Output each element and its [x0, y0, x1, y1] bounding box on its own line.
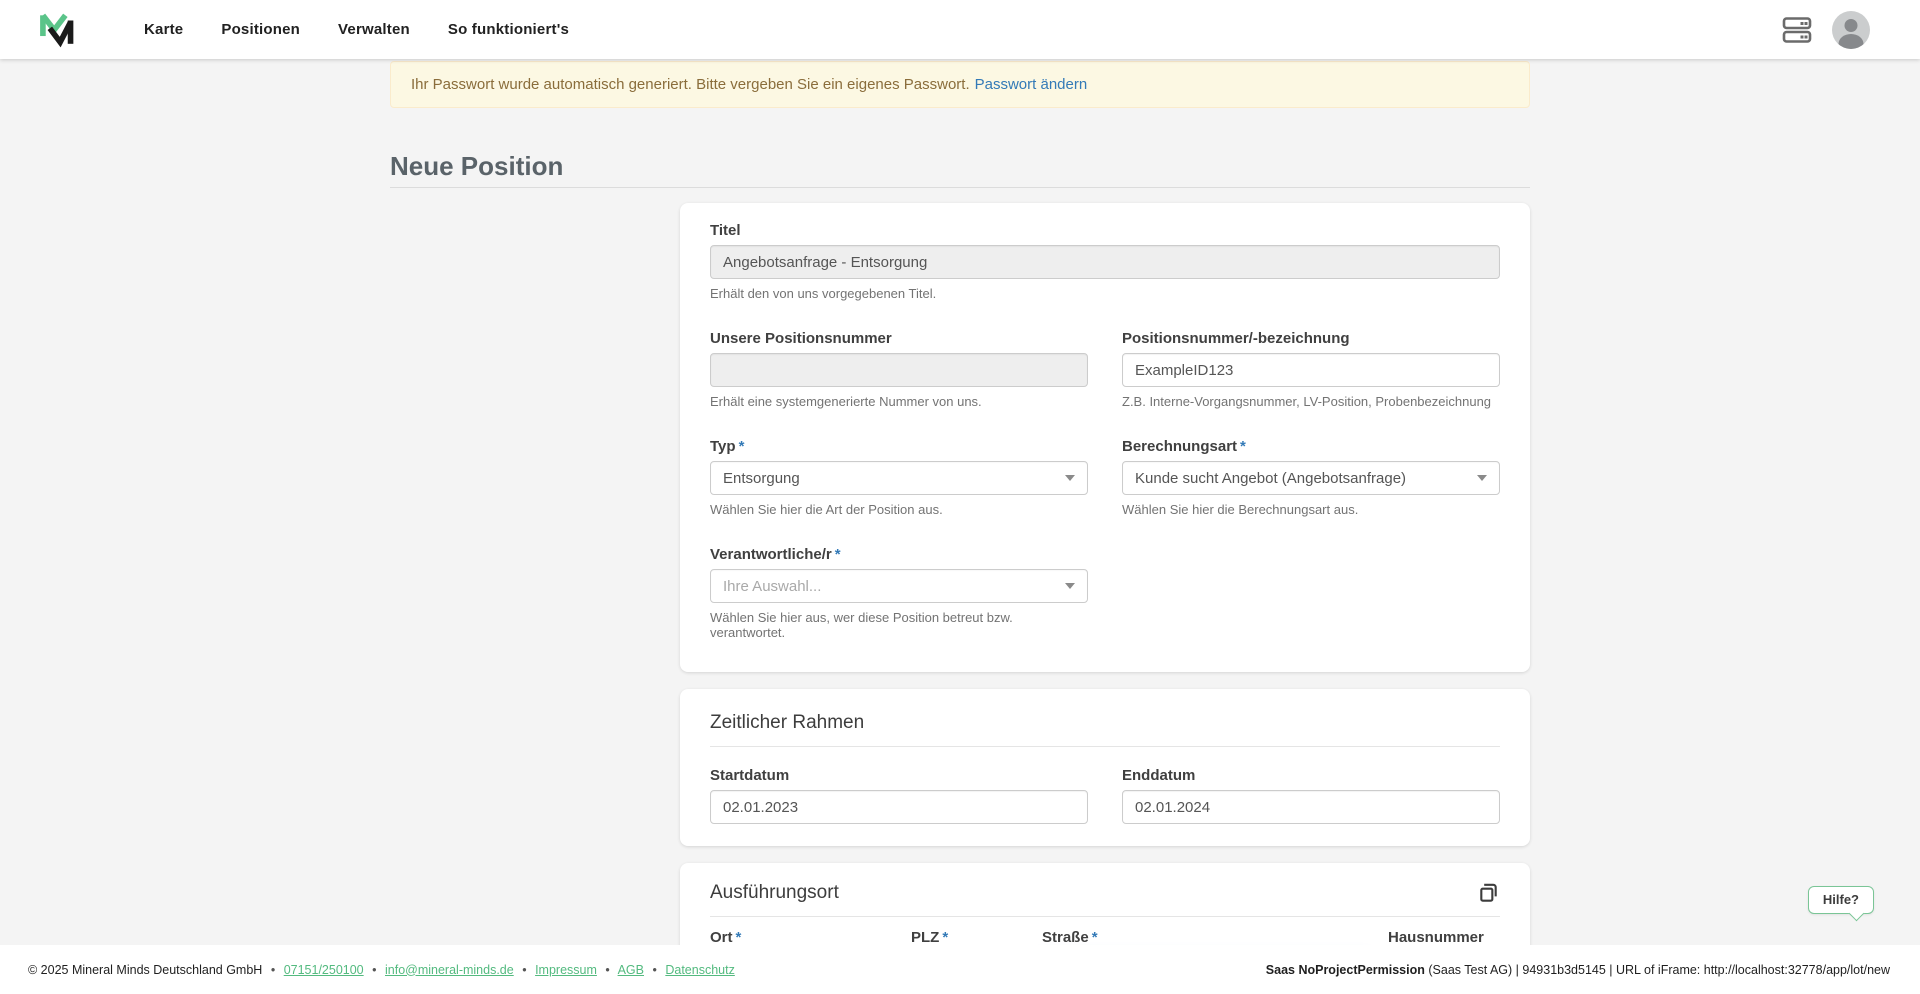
card-zeitlicher-rahmen: Zeitlicher Rahmen Startdatum Enddatum	[680, 689, 1530, 846]
titel-label: Titel	[710, 222, 1500, 239]
navbar: Karte Positionen Verwalten So funktionie…	[0, 0, 1920, 59]
typ-hint: Wählen Sie hier die Art der Position aus…	[710, 502, 1088, 517]
chevron-down-icon	[1065, 583, 1075, 589]
brand-logo[interactable]	[36, 9, 74, 51]
password-warning-text: Ihr Passwort wurde automatisch generiert…	[411, 76, 970, 93]
required-marker: *	[736, 929, 742, 945]
verantwortliche-hint: Wählen Sie hier aus, wer diese Position …	[710, 610, 1088, 640]
title-divider	[390, 187, 1530, 188]
berechnungsart-select[interactable]: Kunde sucht Angebot (Angebotsanfrage)	[1122, 461, 1500, 495]
password-warning-banner: Ihr Passwort wurde automatisch generiert…	[390, 61, 1530, 108]
required-marker: *	[1092, 929, 1098, 945]
copyright-text: © 2025 Mineral Minds Deutschland GmbH	[28, 963, 262, 977]
unsere-positionsnummer-label: Unsere Positionsnummer	[710, 330, 1088, 347]
chevron-down-icon	[1065, 475, 1075, 481]
nav-item-positionen[interactable]: Positionen	[221, 21, 300, 38]
positionsnummer-label: Positionsnummer/-bezeichnung	[1122, 330, 1500, 347]
ausfuehrungsort-heading: Ausführungsort	[710, 881, 839, 904]
titel-input	[710, 245, 1500, 279]
email-link[interactable]: info@mineral-minds.de	[385, 963, 514, 977]
hausnummer-label: Hausnummer	[1388, 929, 1500, 945]
agb-link[interactable]: AGB	[618, 963, 644, 977]
positionsnummer-input[interactable]	[1122, 353, 1500, 387]
required-marker: *	[835, 546, 841, 563]
tenant-name: Saas NoProjectPermission	[1266, 963, 1425, 977]
typ-select[interactable]: Entsorgung	[710, 461, 1088, 495]
startdatum-input[interactable]	[710, 790, 1088, 824]
nav-item-so-funktionierts[interactable]: So funktioniert's	[448, 21, 569, 38]
enddatum-input[interactable]	[1122, 790, 1500, 824]
strasse-label: Straße*	[1042, 929, 1367, 945]
verantwortliche-select[interactable]: Ihre Auswahl...	[710, 569, 1088, 603]
nav-item-verwalten[interactable]: Verwalten	[338, 21, 410, 38]
ort-label: Ort*	[710, 929, 890, 945]
phone-link[interactable]: 07151/250100	[284, 963, 364, 977]
verantwortliche-label: Verantwortliche/r*	[710, 546, 1088, 563]
tenant-details: (Saas Test AG) | 94931b3d5145 | URL of i…	[1425, 963, 1890, 977]
card-position-details: Titel Erhält den von uns vorgegebenen Ti…	[680, 203, 1530, 672]
berechnungsart-select-value: Kunde sucht Angebot (Angebotsanfrage)	[1135, 470, 1406, 487]
footer-left: © 2025 Mineral Minds Deutschland GmbH • …	[28, 963, 735, 977]
required-marker: *	[942, 929, 948, 945]
titel-hint: Erhält den von uns vorgegebenen Titel.	[710, 286, 1500, 301]
berechnungsart-label: Berechnungsart*	[1122, 438, 1500, 455]
typ-label: Typ*	[710, 438, 1088, 455]
nav-item-karte[interactable]: Karte	[144, 21, 183, 38]
enddatum-label: Enddatum	[1122, 767, 1500, 784]
section-divider	[710, 916, 1500, 917]
verantwortliche-select-placeholder: Ihre Auswahl...	[723, 578, 821, 595]
footer: © 2025 Mineral Minds Deutschland GmbH • …	[0, 945, 1920, 994]
page-title: Neue Position	[390, 150, 1530, 182]
datenschutz-link[interactable]: Datenschutz	[665, 963, 734, 977]
impressum-link[interactable]: Impressum	[535, 963, 597, 977]
main-nav: Karte Positionen Verwalten So funktionie…	[144, 21, 569, 38]
typ-select-value: Entsorgung	[723, 470, 800, 487]
unsere-positionsnummer-hint: Erhält eine systemgenerierte Nummer von …	[710, 394, 1088, 409]
berechnungsart-hint: Wählen Sie hier die Berechnungsart aus.	[1122, 502, 1500, 517]
zeitlicher-rahmen-heading: Zeitlicher Rahmen	[710, 711, 864, 734]
plz-label: PLZ*	[911, 929, 1021, 945]
section-divider	[710, 746, 1500, 747]
copy-icon[interactable]	[1477, 881, 1500, 904]
change-password-link[interactable]: Passwort ändern	[975, 76, 1088, 93]
database-icon[interactable]	[1782, 16, 1812, 44]
main-content: Ihr Passwort wurde automatisch generiert…	[0, 59, 1920, 945]
help-button[interactable]: Hilfe?	[1808, 886, 1874, 914]
chevron-down-icon	[1477, 475, 1487, 481]
startdatum-label: Startdatum	[710, 767, 1088, 784]
avatar[interactable]	[1832, 11, 1870, 49]
mineral-minds-logo-icon	[36, 9, 74, 51]
required-marker: *	[1240, 438, 1246, 455]
required-marker: *	[739, 438, 745, 455]
unsere-positionsnummer-input	[710, 353, 1088, 387]
card-ausfuehrungsort: Ausführungsort Ort*	[680, 863, 1530, 945]
positionsnummer-hint: Z.B. Interne-Vorgangsnummer, LV-Position…	[1122, 394, 1500, 409]
tenant-info: Saas NoProjectPermission (Saas Test AG) …	[1266, 963, 1890, 977]
